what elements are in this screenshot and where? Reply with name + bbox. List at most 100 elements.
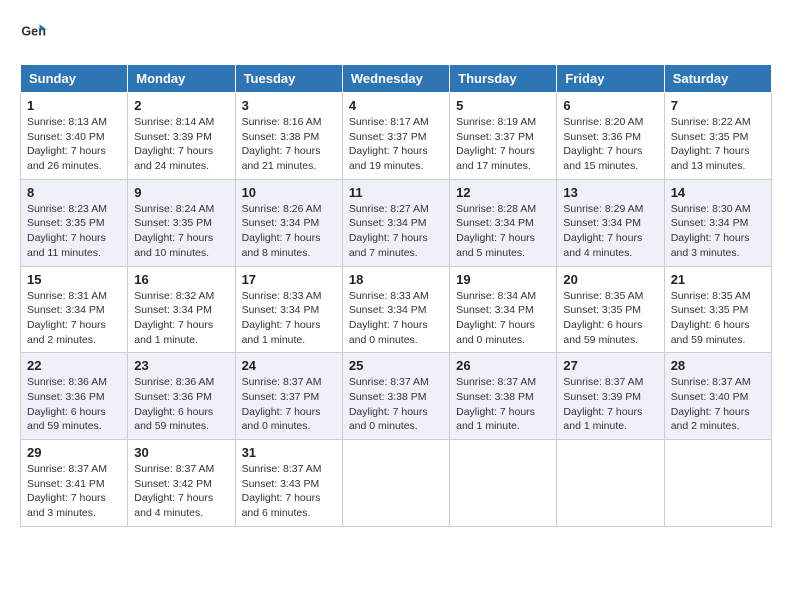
- day-header-sunday: Sunday: [21, 65, 128, 93]
- day-info: Sunrise: 8:35 AM Sunset: 3:35 PM Dayligh…: [671, 289, 765, 348]
- page-header: Gen: [20, 20, 772, 48]
- calendar-cell: 27Sunrise: 8:37 AM Sunset: 3:39 PM Dayli…: [557, 353, 664, 440]
- day-number: 19: [456, 272, 550, 287]
- calendar-cell: 14 Sunrise: 8:30 AM Sunset: 3:34 PM Dayli…: [664, 179, 771, 266]
- calendar-cell: [342, 440, 449, 527]
- logo-icon: Gen: [20, 20, 48, 48]
- day-info: Sunrise: 8:32 AM Sunset: 3:34 PM Dayligh…: [134, 289, 228, 348]
- day-number: 10: [242, 185, 336, 200]
- calendar-cell: 18 Sunrise: 8:33 AM Sunset: 3:34 PM Dayli…: [342, 266, 449, 353]
- calendar-week-4: 22Sunrise: 8:36 AM Sunset: 3:36 PM Dayli…: [21, 353, 772, 440]
- day-number: 14: [671, 185, 765, 200]
- calendar-cell: [557, 440, 664, 527]
- day-info: Sunrise: 8:36 AM Sunset: 3:36 PM Dayligh…: [134, 375, 228, 434]
- calendar-cell: 3 Sunrise: 8:16 AM Sunset: 3:38 PM Daylig…: [235, 93, 342, 180]
- day-info: Sunrise: 8:33 AM Sunset: 3:34 PM Dayligh…: [349, 289, 443, 348]
- day-number: 8: [27, 185, 121, 200]
- day-info: Sunrise: 8:37 AM Sunset: 3:38 PM Dayligh…: [456, 375, 550, 434]
- day-number: 5: [456, 98, 550, 113]
- calendar-cell: 12 Sunrise: 8:28 AM Sunset: 3:34 PM Dayli…: [450, 179, 557, 266]
- day-info: Sunrise: 8:30 AM Sunset: 3:34 PM Dayligh…: [671, 202, 765, 261]
- day-info: Sunrise: 8:27 AM Sunset: 3:34 PM Dayligh…: [349, 202, 443, 261]
- day-number: 15: [27, 272, 121, 287]
- day-number: 18: [349, 272, 443, 287]
- day-info: Sunrise: 8:35 AM Sunset: 3:35 PM Dayligh…: [563, 289, 657, 348]
- calendar-cell: 17 Sunrise: 8:33 AM Sunset: 3:34 PM Dayli…: [235, 266, 342, 353]
- day-info: Sunrise: 8:26 AM Sunset: 3:34 PM Dayligh…: [242, 202, 336, 261]
- calendar-week-5: 29 Sunrise: 8:37 AM Sunset: 3:41 PM Dayli…: [21, 440, 772, 527]
- logo: Gen: [20, 20, 52, 48]
- day-number: 3: [242, 98, 336, 113]
- day-header-monday: Monday: [128, 65, 235, 93]
- day-header-tuesday: Tuesday: [235, 65, 342, 93]
- calendar-cell: 11 Sunrise: 8:27 AM Sunset: 3:34 PM Dayli…: [342, 179, 449, 266]
- day-header-thursday: Thursday: [450, 65, 557, 93]
- day-info: Sunrise: 8:31 AM Sunset: 3:34 PM Dayligh…: [27, 289, 121, 348]
- day-number: 31: [242, 445, 336, 460]
- calendar-cell: 13 Sunrise: 8:29 AM Sunset: 3:34 PM Dayli…: [557, 179, 664, 266]
- day-number: 16: [134, 272, 228, 287]
- calendar-cell: 23 Sunrise: 8:36 AM Sunset: 3:36 PM Dayli…: [128, 353, 235, 440]
- day-header-saturday: Saturday: [664, 65, 771, 93]
- day-info: Sunrise: 8:14 AM Sunset: 3:39 PM Dayligh…: [134, 115, 228, 174]
- calendar-cell: 20 Sunrise: 8:35 AM Sunset: 3:35 PM Dayli…: [557, 266, 664, 353]
- day-number: 9: [134, 185, 228, 200]
- calendar-cell: 21 Sunrise: 8:35 AM Sunset: 3:35 PM Dayli…: [664, 266, 771, 353]
- day-info: Sunrise: 8:23 AM Sunset: 3:35 PM Dayligh…: [27, 202, 121, 261]
- day-number: 7: [671, 98, 765, 113]
- day-info: Sunrise: 8:37 AM Sunset: 3:41 PM Dayligh…: [27, 462, 121, 521]
- day-info: Sunrise: 8:34 AM Sunset: 3:34 PM Dayligh…: [456, 289, 550, 348]
- day-number: 13: [563, 185, 657, 200]
- day-number: 29: [27, 445, 121, 460]
- day-number: 24: [242, 358, 336, 373]
- day-number: 23: [134, 358, 228, 373]
- day-header-wednesday: Wednesday: [342, 65, 449, 93]
- calendar-cell: 16 Sunrise: 8:32 AM Sunset: 3:34 PM Dayli…: [128, 266, 235, 353]
- calendar-week-1: 1 Sunrise: 8:13 AM Sunset: 3:40 PM Daylig…: [21, 93, 772, 180]
- day-info: Sunrise: 8:16 AM Sunset: 3:38 PM Dayligh…: [242, 115, 336, 174]
- calendar-cell: 22Sunrise: 8:36 AM Sunset: 3:36 PM Dayli…: [21, 353, 128, 440]
- calendar-cell: [664, 440, 771, 527]
- calendar-table: SundayMondayTuesdayWednesdayThursdayFrid…: [20, 64, 772, 527]
- calendar-cell: 15 Sunrise: 8:31 AM Sunset: 3:34 PM Dayli…: [21, 266, 128, 353]
- day-info: Sunrise: 8:37 AM Sunset: 3:43 PM Dayligh…: [242, 462, 336, 521]
- day-number: 6: [563, 98, 657, 113]
- day-number: 25: [349, 358, 443, 373]
- day-info: Sunrise: 8:33 AM Sunset: 3:34 PM Dayligh…: [242, 289, 336, 348]
- calendar-cell: 8 Sunrise: 8:23 AM Sunset: 3:35 PM Daylig…: [21, 179, 128, 266]
- calendar-cell: 28Sunrise: 8:37 AM Sunset: 3:40 PM Dayli…: [664, 353, 771, 440]
- calendar-cell: 1 Sunrise: 8:13 AM Sunset: 3:40 PM Daylig…: [21, 93, 128, 180]
- calendar-cell: 26 Sunrise: 8:37 AM Sunset: 3:38 PM Dayli…: [450, 353, 557, 440]
- calendar-week-3: 15 Sunrise: 8:31 AM Sunset: 3:34 PM Dayli…: [21, 266, 772, 353]
- day-info: Sunrise: 8:37 AM Sunset: 3:42 PM Dayligh…: [134, 462, 228, 521]
- day-info: Sunrise: 8:22 AM Sunset: 3:35 PM Dayligh…: [671, 115, 765, 174]
- calendar-cell: [450, 440, 557, 527]
- day-info: Sunrise: 8:19 AM Sunset: 3:37 PM Dayligh…: [456, 115, 550, 174]
- calendar-cell: 5 Sunrise: 8:19 AM Sunset: 3:37 PM Daylig…: [450, 93, 557, 180]
- calendar-cell: 6 Sunrise: 8:20 AM Sunset: 3:36 PM Daylig…: [557, 93, 664, 180]
- calendar-cell: 9Sunrise: 8:24 AM Sunset: 3:35 PM Daylig…: [128, 179, 235, 266]
- calendar-cell: 10 Sunrise: 8:26 AM Sunset: 3:34 PM Dayli…: [235, 179, 342, 266]
- calendar-cell: 24Sunrise: 8:37 AM Sunset: 3:37 PM Dayli…: [235, 353, 342, 440]
- calendar-cell: 31 Sunrise: 8:37 AM Sunset: 3:43 PM Dayli…: [235, 440, 342, 527]
- day-number: 21: [671, 272, 765, 287]
- calendar-week-2: 8 Sunrise: 8:23 AM Sunset: 3:35 PM Daylig…: [21, 179, 772, 266]
- day-info: Sunrise: 8:28 AM Sunset: 3:34 PM Dayligh…: [456, 202, 550, 261]
- day-number: 26: [456, 358, 550, 373]
- day-number: 1: [27, 98, 121, 113]
- calendar-cell: 19 Sunrise: 8:34 AM Sunset: 3:34 PM Dayli…: [450, 266, 557, 353]
- day-info: Sunrise: 8:13 AM Sunset: 3:40 PM Dayligh…: [27, 115, 121, 174]
- day-number: 4: [349, 98, 443, 113]
- day-info: Sunrise: 8:20 AM Sunset: 3:36 PM Dayligh…: [563, 115, 657, 174]
- day-number: 28: [671, 358, 765, 373]
- day-number: 2: [134, 98, 228, 113]
- day-info: Sunrise: 8:29 AM Sunset: 3:34 PM Dayligh…: [563, 202, 657, 261]
- day-number: 20: [563, 272, 657, 287]
- day-info: Sunrise: 8:36 AM Sunset: 3:36 PM Dayligh…: [27, 375, 121, 434]
- day-number: 17: [242, 272, 336, 287]
- day-number: 30: [134, 445, 228, 460]
- day-number: 12: [456, 185, 550, 200]
- day-info: Sunrise: 8:17 AM Sunset: 3:37 PM Dayligh…: [349, 115, 443, 174]
- day-number: 11: [349, 185, 443, 200]
- calendar-cell: 29 Sunrise: 8:37 AM Sunset: 3:41 PM Dayli…: [21, 440, 128, 527]
